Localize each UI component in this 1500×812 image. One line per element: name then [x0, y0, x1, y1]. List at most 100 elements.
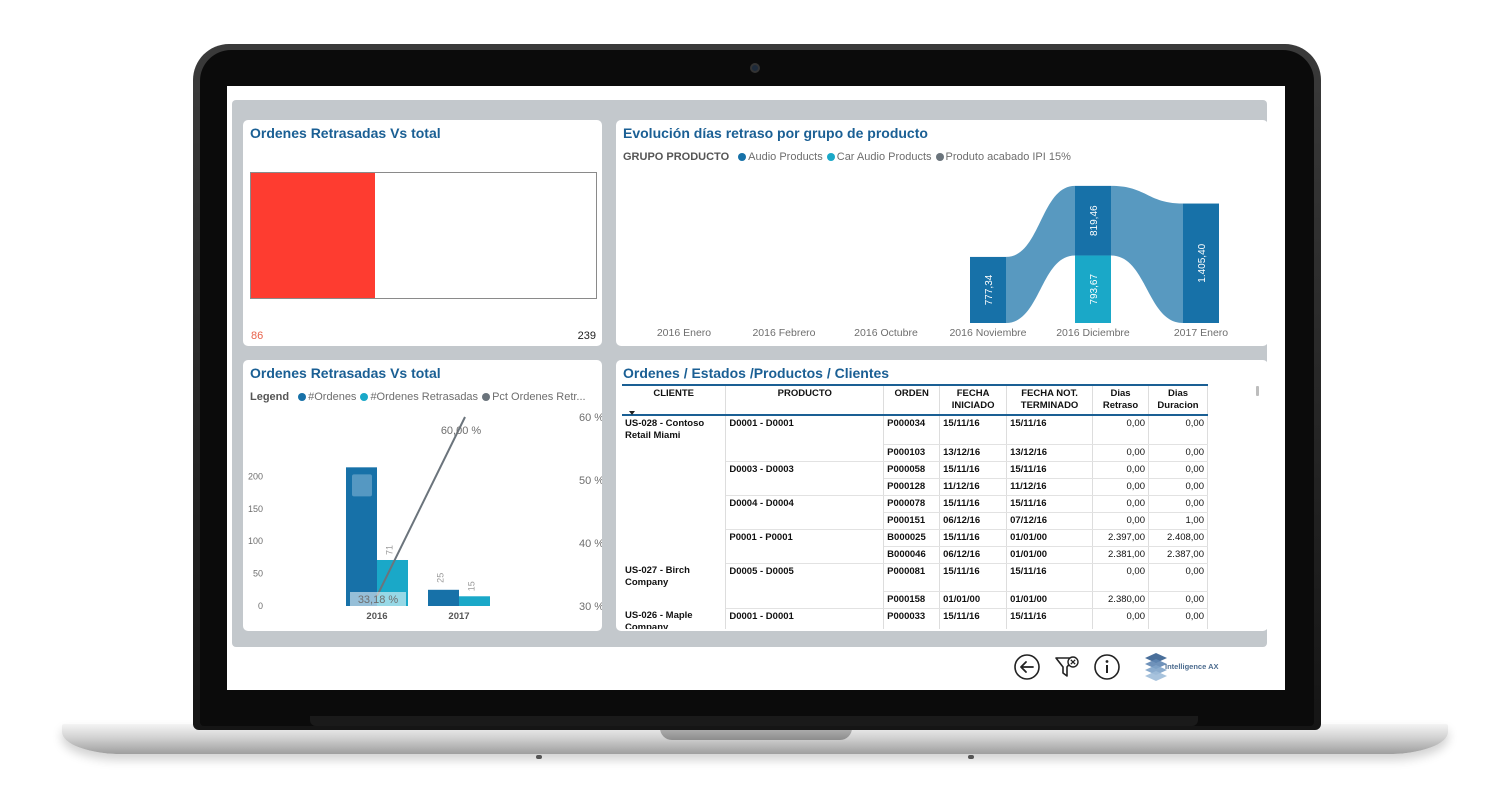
table-cell: 01/01/00: [939, 591, 1008, 609]
table-cell: D0005 - D0005: [725, 563, 885, 591]
progress-bar[interactable]: [250, 172, 597, 299]
data-label: 1.405,40: [1197, 243, 1208, 282]
table-row[interactable]: US-027 - Birch Company D0005 - D0005 P0000…: [622, 563, 1208, 592]
column-header[interactable]: FECHA INICIADO: [939, 384, 1008, 416]
x-axis-label: 2016: [366, 611, 387, 622]
table-cell: [622, 512, 727, 529]
brand-logo: Intelligence AX: [1143, 652, 1233, 682]
table-cell: [622, 478, 727, 495]
table-cell: 0,00: [1092, 444, 1149, 462]
table-cell: [725, 512, 885, 530]
table-cell: [725, 591, 885, 609]
screen: Ordenes Retrasadas Vs total 86 239 Evolu…: [227, 86, 1285, 690]
table-cell: 2.397,00: [1092, 529, 1149, 547]
table-cell: 15/11/16: [939, 461, 1008, 479]
table-row[interactable]: P000128 11/12/16 11/12/16 0,00 0,00: [622, 478, 1208, 496]
clear-filter-icon[interactable]: [1053, 653, 1081, 681]
combo-chart[interactable]: 0 50 100 150 200 30 % 40 % 50 % 60 % 71 2016 25 15 20…: [243, 360, 602, 631]
table-cell: 01/01/00: [1006, 529, 1094, 547]
table-row[interactable]: P0001 - P0001 B000025 15/11/16 01/01/00 2.39…: [622, 529, 1208, 547]
table-row[interactable]: P000103 13/12/16 13/12/16 0,00 0,00: [622, 444, 1208, 462]
table-cell: [622, 546, 727, 563]
table-row[interactable]: B000046 06/12/16 01/01/00 2.381,00 2.387,00: [622, 546, 1208, 564]
bar-retrasadas: [459, 596, 490, 606]
table-cell: US-027 - Birch Company: [622, 563, 727, 591]
table-cell: D0004 - D0004: [725, 495, 885, 512]
table-cell: 15/11/16: [1006, 415, 1094, 445]
panel-title: Ordenes Retrasadas Vs total: [250, 125, 441, 141]
table-cell: P000078: [883, 495, 941, 513]
x-axis-label: 2017: [448, 611, 469, 622]
table-row[interactable]: P000158 01/01/00 01/01/00 2.380,00 0,00: [622, 591, 1208, 609]
table-cell: 0,00: [1092, 563, 1149, 592]
laptop-foot: [968, 755, 974, 759]
table-cell: 0,00: [1092, 415, 1149, 445]
column-header[interactable]: FECHA NOT. TERMINADO: [1006, 384, 1094, 416]
dashboard: Ordenes Retrasadas Vs total 86 239 Evolu…: [232, 100, 1268, 647]
data-label: 777,34: [984, 274, 995, 305]
table-cell: 0,00: [1092, 478, 1149, 496]
table-cell: P000058: [883, 461, 941, 479]
table-cell: 0,00: [1148, 608, 1208, 629]
sort-arrow-icon[interactable]: [629, 411, 635, 415]
x-axis-label: 2016 Enero: [657, 327, 711, 339]
table-cell: [725, 444, 885, 462]
table-cell: 15/11/16: [939, 529, 1008, 547]
table-cell: 15/11/16: [939, 608, 1008, 629]
table-cell: 0,00: [1148, 495, 1208, 513]
x-axis-label: 2017 Enero: [1174, 327, 1228, 339]
table-cell: 1,00: [1148, 512, 1208, 530]
table-cell: 07/12/16: [1006, 512, 1094, 530]
table-cell: 01/01/00: [1006, 591, 1094, 609]
progress-value-label: 86: [251, 330, 264, 342]
column-header[interactable]: PRODUCTO: [725, 384, 885, 416]
info-icon[interactable]: [1093, 653, 1121, 681]
pct-label: 33,18 %: [358, 594, 399, 606]
table-cell: [725, 478, 885, 496]
back-arrow-icon[interactable]: [1013, 653, 1041, 681]
progress-max-label: 239: [577, 330, 596, 342]
y2-axis-tick: 40 %: [579, 538, 602, 550]
laptop-foot: [536, 755, 542, 759]
table-cell: 01/01/00: [1006, 546, 1094, 564]
y2-axis-tick: 50 %: [579, 475, 602, 487]
table-cell: 11/12/16: [1006, 478, 1094, 496]
table-cell: 0,00: [1148, 461, 1208, 479]
table-cell: B000025: [883, 529, 941, 547]
table-cell: P000128: [883, 478, 941, 496]
bar-ordenes: [428, 589, 459, 606]
table-wrapper: CLIENTE PRODUCTO ORDEN FECHA INICIADO FE…: [622, 384, 1208, 629]
panel-title: Ordenes / Estados /Productos / Clientes: [623, 365, 890, 381]
table-cell: P000081: [883, 563, 941, 592]
table-cell: 13/12/16: [1006, 444, 1094, 462]
y2-axis-tick: 30 %: [579, 601, 602, 613]
table-cell: 0,00: [1092, 512, 1149, 530]
table-cell: 0,00: [1148, 478, 1208, 496]
pct-label: 60,00 %: [441, 425, 482, 437]
panel-orders-combo[interactable]: Ordenes Retrasadas Vs total Legend #Orde…: [243, 360, 602, 631]
column-header[interactable]: CLIENTE: [622, 384, 727, 416]
column-header[interactable]: ORDEN: [883, 384, 941, 416]
bar-highlight: [352, 474, 372, 497]
ribbon-chart[interactable]: 2016 Enero 2016 Febrero 2016 Octubre 2016 N…: [616, 120, 1268, 346]
table-row[interactable]: P000151 06/12/16 07/12/16 0,00 1,00: [622, 512, 1208, 530]
table-cell: 2.387,00: [1148, 546, 1208, 564]
table-row[interactable]: US-028 - Contoso Retail Miami D0001 - D00…: [622, 415, 1208, 445]
table-row[interactable]: US-026 - Maple Company D0001 - D0001 P0000…: [622, 608, 1208, 629]
column-header[interactable]: Dias Retraso: [1092, 384, 1149, 416]
panel-orders-vs-total[interactable]: Ordenes Retrasadas Vs total 86 239: [243, 120, 602, 346]
table-cell: [725, 546, 885, 564]
table-cell: 0,00: [1148, 591, 1208, 609]
table-row[interactable]: D0003 - D0003 P000058 15/11/16 15/11/16 0,00…: [622, 461, 1208, 479]
panel-orders-table[interactable]: Ordenes / Estados /Productos / Clientes …: [616, 360, 1268, 631]
y2-axis-tick: 60 %: [579, 412, 602, 424]
table-cell: [622, 591, 727, 608]
data-label: 71: [385, 545, 395, 555]
ribbon-flow: [1111, 185, 1183, 323]
scrollbar-thumb[interactable]: [1256, 386, 1259, 396]
table-cell: P000151: [883, 512, 941, 530]
table-cell: [622, 495, 727, 512]
column-header[interactable]: Dias Duracion: [1148, 384, 1208, 416]
panel-delay-evolution[interactable]: Evolución días retraso por grupo de prod…: [616, 120, 1268, 346]
table-row[interactable]: D0004 - D0004 P000078 15/11/16 15/11/16 0,00…: [622, 495, 1208, 513]
